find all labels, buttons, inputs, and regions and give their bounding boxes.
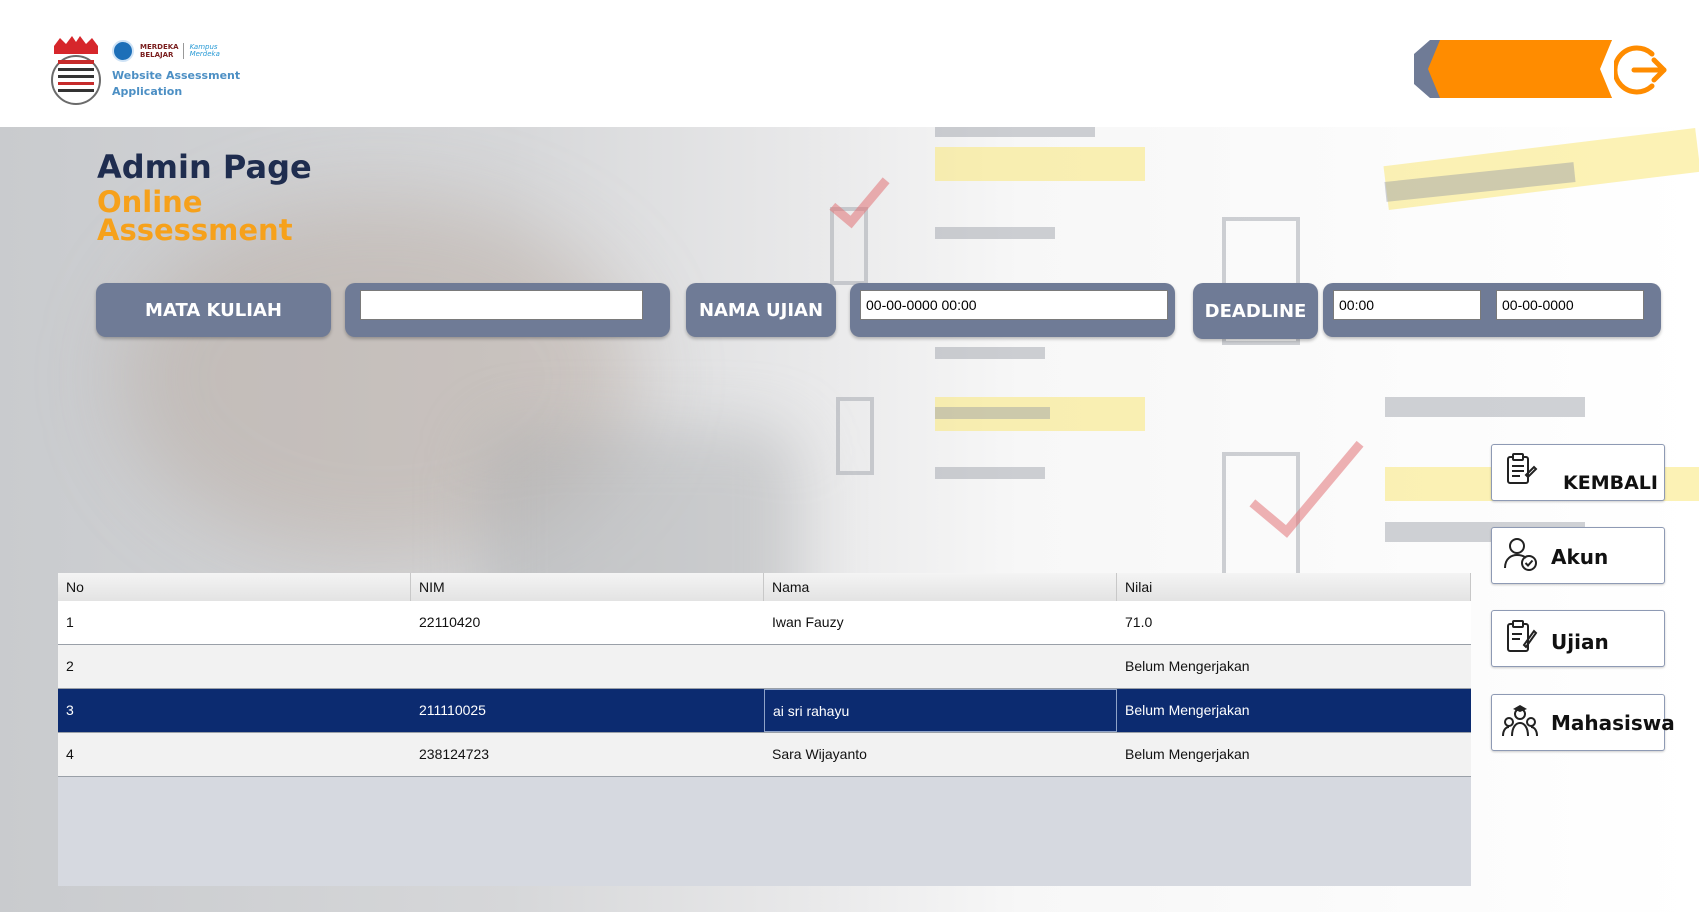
cell-no: 1: [66, 614, 74, 630]
logout-banner: [1414, 40, 1612, 98]
cell-nilai: Belum Mengerjakan: [1125, 702, 1250, 718]
cell-nama: Sara Wijayanto: [772, 746, 867, 762]
cell-no: 3: [66, 702, 74, 718]
cell-nim: [411, 645, 764, 688]
cell-nim: 22110420: [419, 614, 481, 630]
ujian-button[interactable]: Ujian: [1491, 610, 1665, 667]
table-header: No NIM Nama Nilai: [58, 573, 1471, 602]
cell-nim: 238124723: [419, 746, 490, 762]
logout-area: [1404, 38, 1674, 102]
cell-no: 4: [66, 746, 74, 762]
clipboard-pen-icon: [1507, 620, 1538, 652]
brand-badge-line2: BELAJAR: [140, 51, 174, 59]
mahasiswa-button[interactable]: Mahasiswa: [1491, 694, 1675, 751]
page-title: Admin Page: [97, 148, 312, 186]
mata-kuliah-input[interactable]: [360, 290, 643, 320]
cell-nilai: Belum Mengerjakan: [1125, 746, 1250, 762]
akun-label: Akun: [1551, 545, 1609, 569]
cell-nama: [764, 645, 1117, 688]
cell-nama: Iwan Fauzy: [772, 614, 844, 630]
table-row[interactable]: 1 22110420 Iwan Fauzy 71.0: [58, 601, 1471, 645]
deadline-time-input[interactable]: 00:00: [1333, 290, 1481, 320]
akun-button[interactable]: Akun: [1491, 527, 1665, 584]
deadline-label: DEADLINE: [1193, 283, 1318, 339]
table-row[interactable]: 2 Belum Mengerjakan: [58, 645, 1471, 689]
user-check-icon: [1504, 538, 1537, 571]
brand-kampus: Kampus Merdeka: [189, 43, 220, 58]
page-subtitle: Online Assessment: [97, 185, 293, 247]
table-row[interactable]: 4 238124723 Sara Wijayanto Belum Mengerj…: [58, 733, 1471, 777]
brand-title-line2: Application: [112, 85, 183, 98]
clipboard-list-icon: [1507, 453, 1538, 484]
column-header-nim[interactable]: NIM: [411, 573, 764, 601]
brand-badge-line1: MERDEKA: [140, 43, 179, 51]
nama-ujian-label: NAMA UJIAN: [686, 283, 836, 337]
deadline-date-input[interactable]: 00-00-0000: [1496, 290, 1644, 320]
table-row-selected[interactable]: 3 211110025 ai sri rahayu Belum Mengerja…: [58, 689, 1471, 733]
kembali-label: KEMBALI: [1563, 472, 1658, 494]
nama-ujian-field-frame: 00-00-0000 00:00: [850, 283, 1175, 337]
ujian-label: Ujian: [1551, 630, 1609, 654]
cell-nilai: Belum Mengerjakan: [1125, 658, 1250, 674]
page-subtitle-line2: Assessment: [97, 213, 293, 247]
mata-kuliah-field-frame: [345, 283, 670, 337]
brand-block: MERDEKA BELAJAR Kampus Merdeka Website A…: [112, 40, 240, 100]
mata-kuliah-label: MATA KULIAH: [96, 283, 331, 337]
tut-wuri-logo: [112, 40, 134, 62]
brand-title-line1: Website Assessment: [112, 69, 241, 82]
cell-nilai: 71.0: [1125, 614, 1153, 630]
mahasiswa-label: Mahasiswa: [1551, 711, 1675, 735]
kembali-button[interactable]: KEMBALI: [1491, 444, 1665, 501]
student-table: No NIM Nama Nilai 1 22110420 Iwan Fauzy …: [58, 573, 1471, 886]
cell-nama-focused[interactable]: ai sri rahayu: [764, 689, 1117, 732]
students-group-icon: [1502, 705, 1538, 737]
deadline-field-frame: 00:00 00-00-0000: [1323, 283, 1661, 337]
column-header-no[interactable]: No: [58, 573, 411, 601]
cell-nim: 211110025: [419, 702, 486, 718]
nama-ujian-input[interactable]: 00-00-0000 00:00: [860, 290, 1168, 320]
column-header-nilai[interactable]: Nilai: [1117, 573, 1471, 601]
column-header-nama[interactable]: Nama: [764, 573, 1117, 601]
university-logo: [51, 36, 101, 105]
app-header: MERDEKA BELAJAR Kampus Merdeka Website A…: [0, 0, 1699, 127]
cell-no: 2: [66, 658, 74, 674]
logout-icon[interactable]: [1614, 42, 1670, 98]
page-subtitle-line1: Online: [97, 185, 203, 219]
